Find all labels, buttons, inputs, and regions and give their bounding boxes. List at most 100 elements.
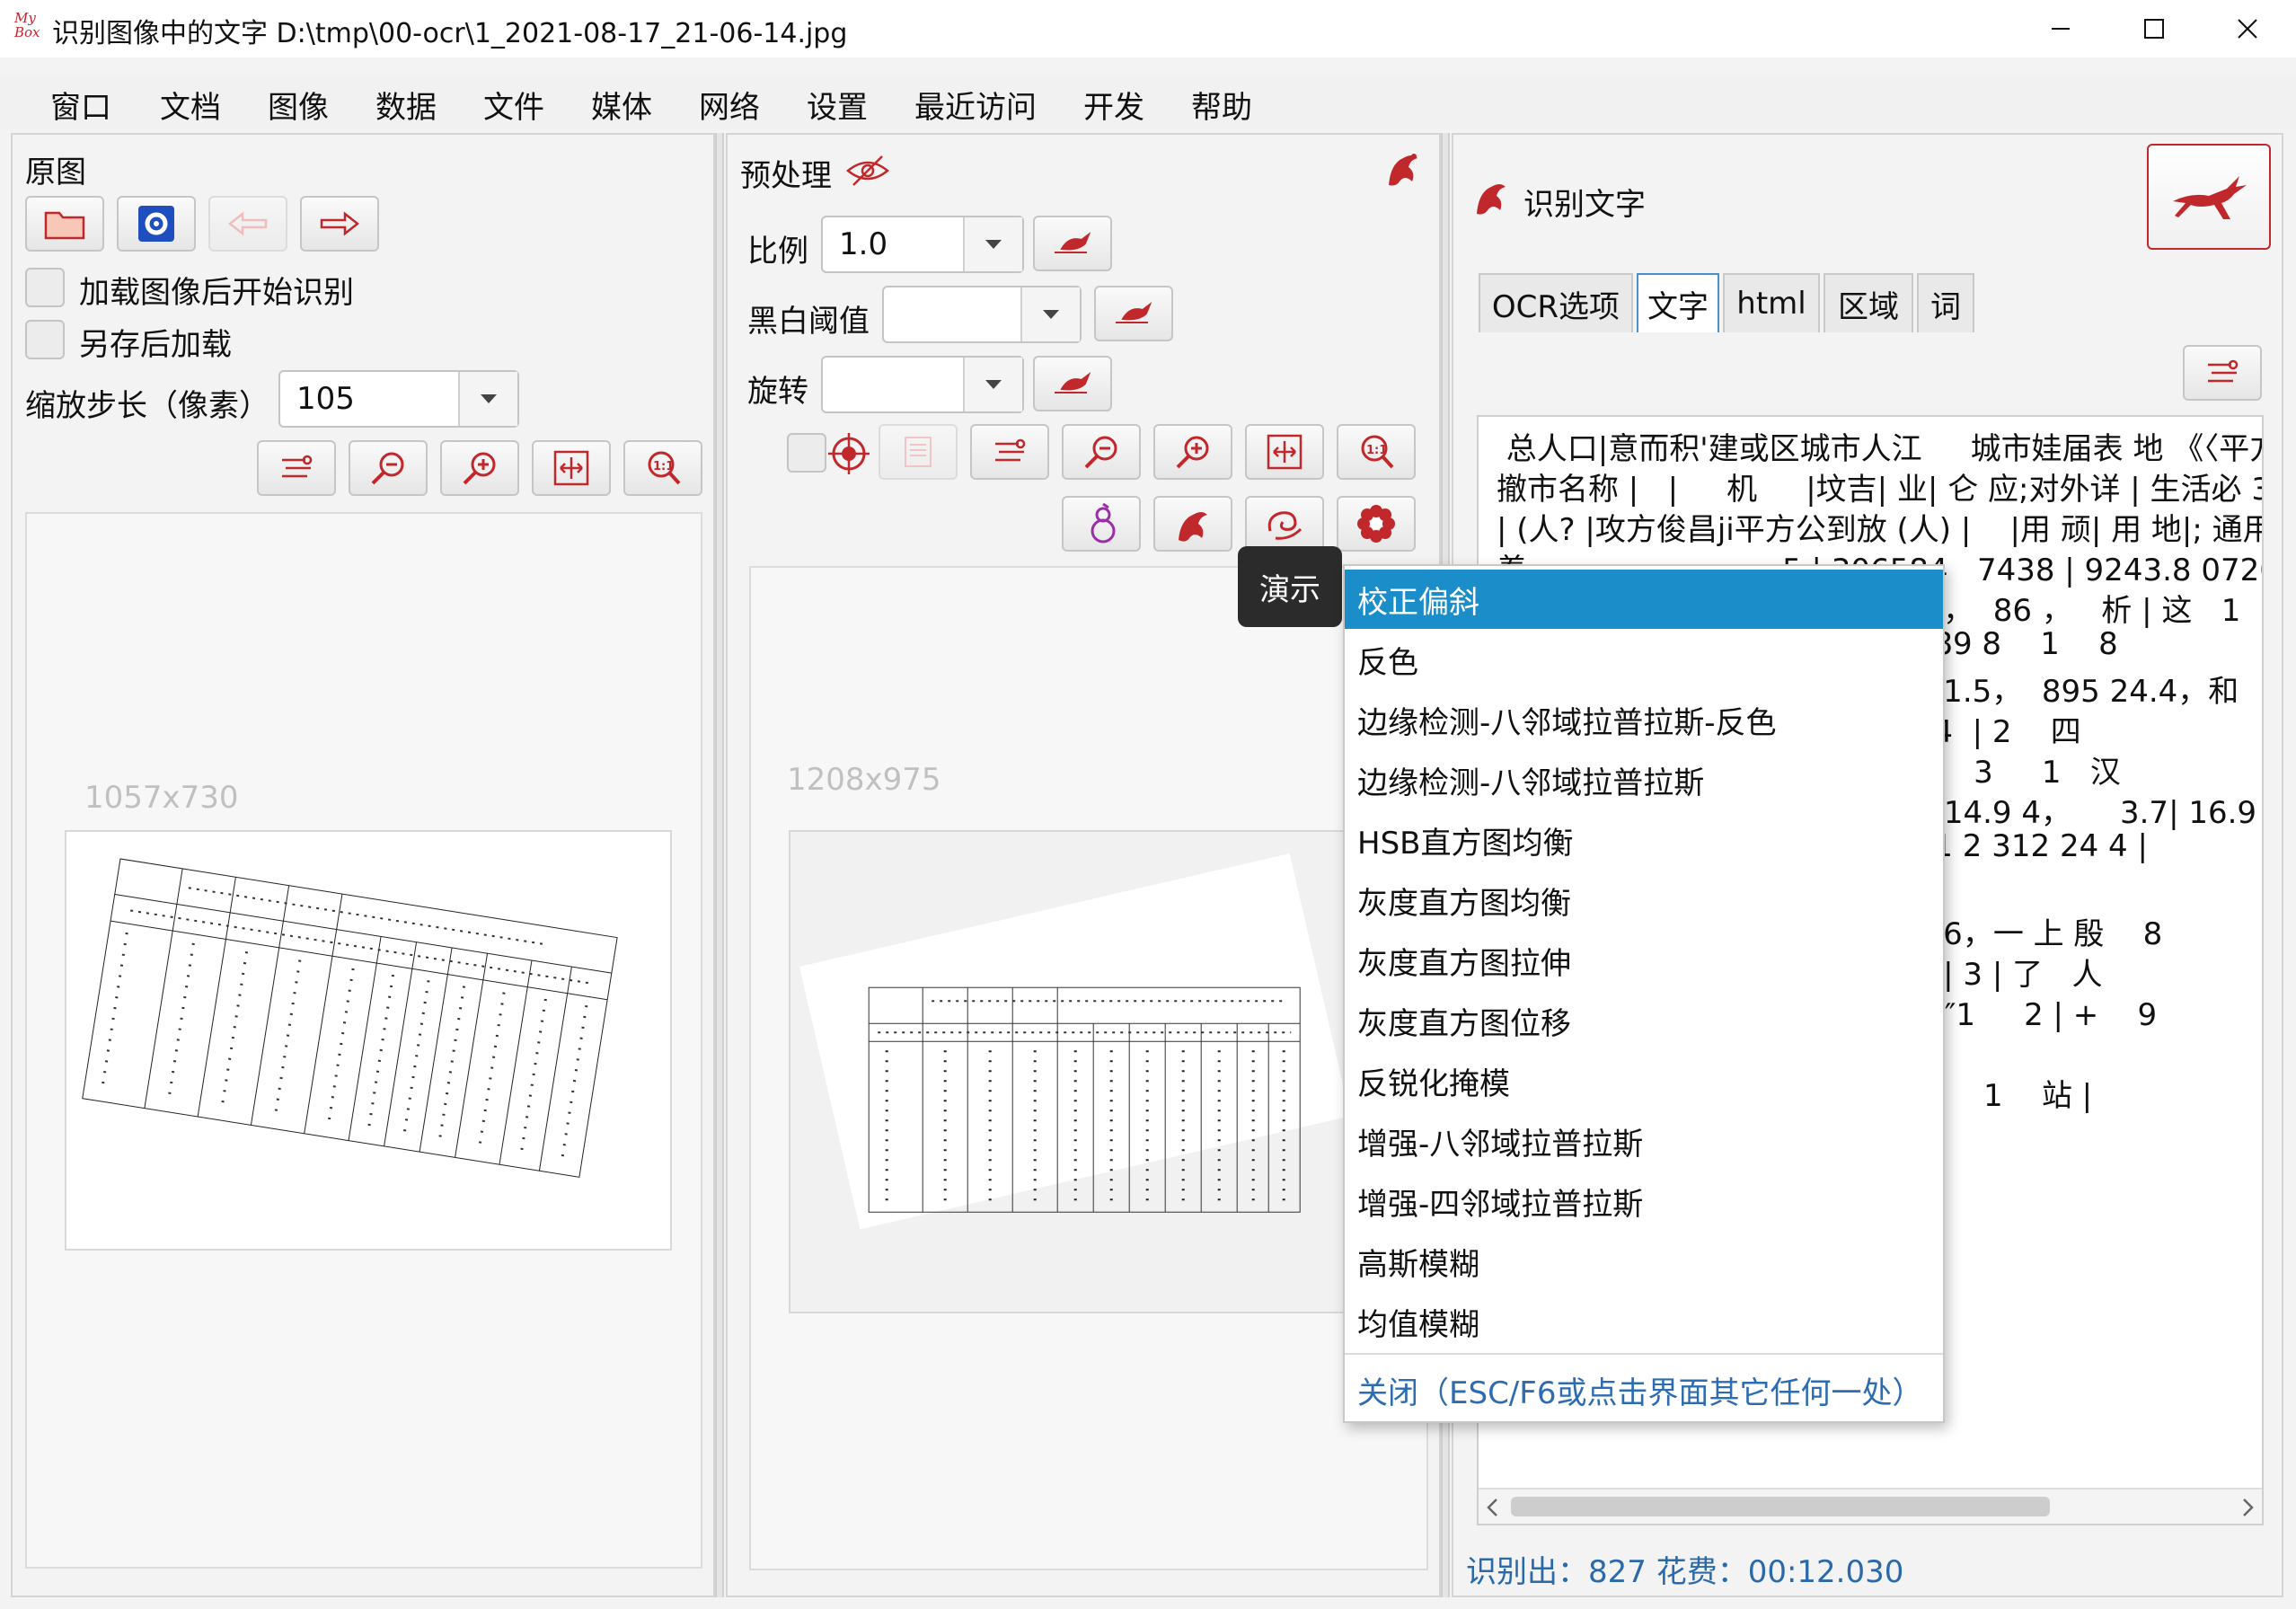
popup-menu-item[interactable]: 灰度直方图均衡 (1345, 871, 1943, 930)
tab-ocr-options[interactable]: OCR选项 (1479, 273, 1633, 332)
menu-settings[interactable]: 设置 (807, 83, 868, 127)
popup-menu-item[interactable]: 反色 (1345, 630, 1943, 689)
popup-menu-item[interactable]: 校正偏斜 (1345, 570, 1943, 629)
zoom-out-button[interactable] (1062, 424, 1141, 480)
zoom-in-icon (463, 452, 496, 485)
horizontal-scrollbar[interactable] (1479, 1488, 2262, 1524)
previous-button[interactable] (208, 196, 287, 252)
zoom-in-button[interactable] (1153, 424, 1232, 480)
zoom-step-select[interactable]: 105 (278, 370, 519, 428)
options-button[interactable] (117, 196, 196, 252)
select-area-checkbox[interactable] (787, 433, 826, 473)
scroll-left-icon[interactable] (1484, 1497, 1502, 1518)
popup-menu-item[interactable]: 边缘检测-八邻域拉普拉斯 (1345, 750, 1943, 809)
start-recognize-button[interactable] (2147, 144, 2271, 250)
menu-file[interactable]: 文件 (483, 83, 544, 127)
swirl-button[interactable] (1245, 496, 1324, 552)
recognize-after-load-checkbox[interactable] (25, 268, 65, 307)
scanned-table-image (82, 858, 618, 1178)
menu-image[interactable]: 图像 (268, 83, 329, 127)
popup-menu-item[interactable]: 增强-四邻域拉普拉斯 (1345, 1171, 1943, 1231)
load-after-save-checkbox[interactable] (25, 320, 65, 359)
eye-hidden-icon[interactable] (844, 153, 891, 189)
rotated-table-image (799, 853, 1344, 1230)
popup-menu-item[interactable]: 增强-八邻域拉普拉斯 (1345, 1111, 1943, 1171)
fit-window-button[interactable] (1245, 424, 1324, 480)
phoenix-icon[interactable] (1382, 146, 1423, 192)
document-icon (905, 437, 932, 467)
demo-button[interactable] (1153, 496, 1232, 552)
paint-button[interactable] (970, 424, 1049, 480)
zoom-in-icon (1176, 436, 1209, 469)
menu-data[interactable]: 数据 (375, 83, 437, 127)
target-icon[interactable] (828, 433, 870, 474)
preprocess-title: 预处理 (740, 158, 832, 194)
popup-menu-item[interactable]: 高斯模糊 (1345, 1232, 1943, 1291)
zoom-out-icon (1084, 436, 1117, 469)
chevron-down-icon[interactable] (458, 372, 517, 426)
app-window: My Box 识别图像中的文字 D:\tmp\00-ocr\1_2021-08-… (0, 0, 2296, 1609)
crop-button[interactable] (879, 424, 958, 480)
actual-size-button[interactable]: 1:1 (1337, 424, 1416, 480)
paint-button[interactable] (257, 440, 336, 496)
threshold-select[interactable] (882, 286, 1082, 343)
chevron-down-icon[interactable] (963, 358, 1022, 411)
open-file-button[interactable] (25, 196, 104, 252)
minimize-icon (2052, 28, 2070, 30)
rotate-select[interactable] (821, 356, 1024, 413)
apply-ratio-button[interactable] (1033, 216, 1112, 271)
demo-tooltip: 演示 (1238, 546, 1342, 627)
scroll-right-icon[interactable] (2239, 1497, 2256, 1518)
actual-size-button[interactable]: 1:1 (623, 440, 702, 496)
menu-window[interactable]: 窗口 (50, 83, 111, 127)
original-image[interactable] (65, 830, 672, 1251)
menu-recent[interactable]: 最近访问 (914, 83, 1037, 127)
menu-help[interactable]: 帮助 (1191, 83, 1252, 127)
recognize-title: 识别文字 (1523, 187, 1646, 223)
next-button[interactable] (300, 196, 379, 252)
chevron-down-icon[interactable] (1020, 287, 1080, 341)
recognize-after-load-label: 加载图像后开始识别 (79, 275, 354, 311)
text-line: | (人? |攻方俊昌ji平方公到放 (人) | |用 顽| 用 地|; 通用地 (1497, 512, 2264, 548)
arrow-left-icon (227, 211, 268, 236)
actual-size-icon: 1:1 (1361, 435, 1394, 469)
menu-document[interactable]: 文档 (160, 83, 221, 127)
flower-button[interactable] (1337, 496, 1416, 552)
paint-text-button[interactable] (2183, 345, 2262, 401)
ratio-select[interactable]: 1.0 (821, 216, 1024, 273)
text-line: 总人口|意而积'建或区城市人江 城市娃届表 地 《〈平方 (1497, 431, 2264, 467)
popup-menu-item[interactable]: 边缘检测-八邻域拉普拉斯-反色 (1345, 690, 1943, 749)
menu-media[interactable]: 媒体 (591, 83, 652, 127)
tab-text[interactable]: 文字 (1637, 273, 1719, 332)
apply-threshold-button[interactable] (1094, 286, 1173, 341)
zoom-out-button[interactable] (349, 440, 428, 496)
popup-menu-item[interactable]: HSB直方图均衡 (1345, 810, 1943, 870)
tab-regions[interactable]: 区域 (1824, 273, 1913, 332)
scroll-paint-icon (995, 438, 1026, 462)
popup-close-item[interactable]: 关闭（ESC/F6或点击界面其它任何一处） (1345, 1358, 1943, 1421)
left-splitter[interactable] (715, 133, 724, 1597)
menu-develop[interactable]: 开发 (1083, 83, 1144, 127)
popup-divider (1345, 1353, 1943, 1355)
maximize-button[interactable] (2107, 0, 2201, 57)
close-button[interactable] (2201, 0, 2294, 57)
close-icon (2238, 19, 2257, 39)
text-line: 撤市名称 | | 机 |坟吉| 业| 仑 应;对外详 | 生活必 3 | (1497, 472, 2264, 508)
tab-words[interactable]: 词 (1917, 273, 1974, 332)
popup-menu-item[interactable]: 灰度直方图拉伸 (1345, 931, 1943, 990)
tab-html[interactable]: html (1723, 273, 1820, 332)
menu-network[interactable]: 网络 (699, 83, 760, 127)
maximize-icon (2144, 19, 2164, 39)
popup-menu-item[interactable]: 灰度直方图位移 (1345, 991, 1943, 1050)
chevron-down-icon[interactable] (963, 217, 1022, 271)
scrollbar-thumb[interactable] (1511, 1497, 2050, 1516)
minimize-button[interactable] (2014, 0, 2107, 57)
fit-window-button[interactable] (532, 440, 611, 496)
popup-menu-item[interactable]: 均值模糊 (1345, 1292, 1943, 1351)
preprocessed-image[interactable] (789, 830, 1346, 1313)
algorithms-button[interactable] (1062, 496, 1141, 552)
apply-rotate-button[interactable] (1033, 356, 1112, 411)
recognize-status: 识别出：827 花费：00:12.030 (1466, 1554, 1904, 1590)
zoom-in-button[interactable] (440, 440, 519, 496)
popup-menu-item[interactable]: 反锐化掩模 (1345, 1051, 1943, 1110)
